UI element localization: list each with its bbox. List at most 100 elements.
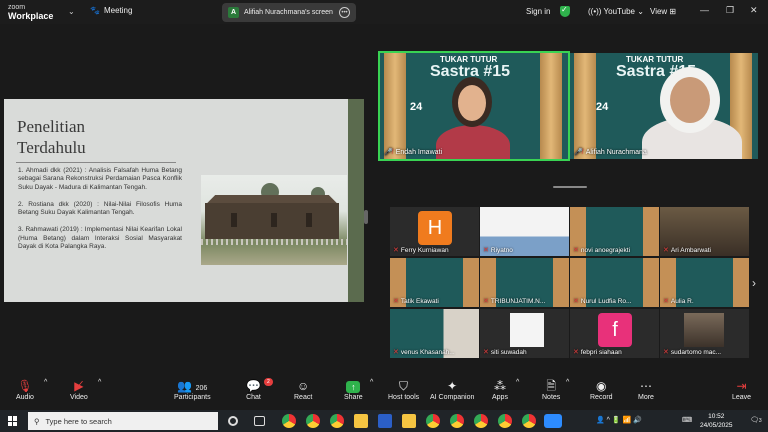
mic-muted-icon: ✕ [573,298,579,305]
participant-tile[interactable]: ✕ Tatik Ekawati [390,258,479,307]
participant-image [684,313,724,347]
chrome-icon[interactable] [330,414,344,428]
task-view-icon[interactable] [254,416,265,426]
slide-divider [16,162,176,163]
apps-button[interactable]: ⁂ Apps [492,379,508,401]
participant-gallery: H ✕ Ferry Kurniawan ✕ Riyatno ✕ novi anoegr… [390,207,750,358]
file-explorer-icon[interactable] [354,414,368,428]
notification-center-icon[interactable]: 🗨3 [750,416,762,424]
record-button[interactable]: ◉ Record [590,379,613,401]
mic-muted-icon: ✕ [663,349,669,356]
chrome-icon[interactable] [450,414,464,428]
clock-time: 10:52 [708,413,725,420]
record-label: Record [590,394,613,401]
slide-reference-1: 1. Ahmadi dkk (2021) : Analisis Falsafah… [18,167,182,191]
chrome-icon[interactable] [498,414,512,428]
audio-button[interactable]: 🎙 Audio [16,379,34,401]
taskbar-search-input[interactable]: ⚲ Type here to search [28,412,218,430]
react-label: React [294,394,313,401]
participant-tile[interactable]: ✕ venus Khasanah... [390,309,479,358]
chat-icon: 💬 [246,379,261,393]
apps-options-caret[interactable]: ^ [516,379,519,386]
participant-name: siti suwadah [490,348,527,356]
view-menu[interactable]: View ⊞ [650,7,676,16]
speaker-name-label: 🎤̸ Alifiah Nurachmana [574,148,647,157]
app-brand: zoom Workplace [8,3,53,21]
banner-date: 24 [596,101,609,113]
meeting-menu[interactable]: 🐾 Meeting [90,6,132,15]
video-options-caret[interactable]: ^ [98,379,101,386]
mic-muted-icon: ✕ [663,298,669,305]
participant-tile[interactable]: H ✕ Ferry Kurniawan [390,207,479,256]
speaker-face [458,85,486,121]
notes-options-caret[interactable]: ^ [566,379,569,386]
video-button[interactable]: ▶̸ Video [70,379,88,401]
chrome-icon[interactable] [522,414,536,428]
participant-initial: f [598,313,632,347]
chat-badge: 2 [264,378,273,386]
participant-tile[interactable]: ✕ sudartomo mac... [660,309,749,358]
speaker-tile-1[interactable]: TUKAR TUTUR Sastra #15 24 🎤̸ Endah Imawa… [378,51,570,161]
chat-button[interactable]: 💬 2 Chat [246,378,273,401]
apps-grid-icon: ⁂ [493,379,506,393]
minimize-icon[interactable]: — [700,5,709,15]
participant-tile[interactable]: ✕ Riyatno [480,207,569,256]
participant-tile[interactable]: ✕ novi anoegrajekti [570,207,659,256]
screen-share-indicator[interactable]: A Alifiah Nurachmana's screen ••• [222,3,356,22]
next-page-arrow-icon[interactable]: › [752,276,756,290]
title-bar: zoom Workplace ⌄ 🐾 Meeting A Alifiah Nur… [0,0,768,24]
participant-name: Ari Ambarwati [670,246,711,254]
ai-companion-button[interactable]: ✦ AI Companion [430,379,474,401]
more-button[interactable]: ⋯ More [638,379,654,401]
audio-options-caret[interactable]: ^ [44,379,47,386]
participant-tile[interactable]: ✕ Nurul Ludfia Ro... [570,258,659,307]
slide-reference-3: 3. Rahmawati (2019) : Implementasi Nilai… [18,226,182,251]
notes-button[interactable]: 🗎 Notes [542,379,560,401]
resize-handle[interactable] [364,210,368,224]
search-placeholder: Type here to search [45,416,112,426]
gallery-resize-handle[interactable] [553,186,587,188]
leave-button[interactable]: ⇥ Leave [732,379,751,401]
participants-button[interactable]: 👥 206 Participants [174,379,211,401]
windows-taskbar: ⚲ Type here to search 👤 ^ 🔋 📶 🔊 ⌨ 10:52 … [0,410,768,432]
chevron-down-icon[interactable]: ⌄ [68,7,75,16]
mic-muted-icon: ✕ [573,247,579,254]
share-arrow-icon: ↑ [346,381,361,393]
participant-initial: H [418,211,452,245]
keyboard-icon[interactable]: ⌨ [682,416,692,424]
banner-date: 24 [410,101,423,113]
taskbar-clock[interactable]: 10:52 24/05/2025 [700,412,733,430]
folder-icon[interactable] [402,414,416,428]
participant-tile[interactable]: ✕ Ari Ambarwati [660,207,749,256]
sign-in-link[interactable]: Sign in [526,7,550,16]
speaker-tile-2[interactable]: TUKAR TUTUR Sastra #15 24 🎤̸ Alifiah Nur… [570,53,758,159]
participant-tile[interactable]: ✕ siti suwadah [480,309,569,358]
tray-icons[interactable]: 👤 ^ 🔋 📶 🔊 [596,416,642,424]
participant-tile[interactable]: ✕ TRIBUNJATIM.N... [480,258,569,307]
close-icon[interactable]: ✕ [750,5,758,16]
chrome-icon[interactable] [306,414,320,428]
chrome-icon[interactable] [282,414,296,428]
ai-companion-label: AI Companion [430,394,475,401]
mic-muted-icon: ✕ [573,349,579,356]
security-shield-icon[interactable] [560,5,570,17]
word-icon[interactable] [378,414,392,428]
participant-tile[interactable]: f ✕ febpri siahaan [570,309,659,358]
cortana-icon[interactable] [228,416,238,426]
share-options-caret[interactable]: ^ [370,379,373,386]
more-options-icon[interactable]: ••• [339,7,350,18]
share-button[interactable]: ↑ Share [344,379,363,401]
windows-start-icon[interactable] [8,416,18,426]
zoom-app-icon[interactable] [544,414,562,428]
react-emoji-icon: ☺ [297,379,310,393]
livestream-youtube-button[interactable]: ((•)) YouTube ⌄ [588,7,644,16]
mic-muted-icon: ✕ [663,247,669,254]
host-tools-button[interactable]: ⛉ Host tools [388,379,419,401]
participant-name: febpri siahaan [580,348,622,356]
chrome-icon[interactable] [474,414,488,428]
chat-label: Chat [246,394,261,401]
chrome-icon[interactable] [426,414,440,428]
participant-tile[interactable]: ✕ Aulia R. [660,258,749,307]
react-button[interactable]: ☺ React [294,379,312,401]
maximize-icon[interactable]: ❐ [726,5,734,16]
